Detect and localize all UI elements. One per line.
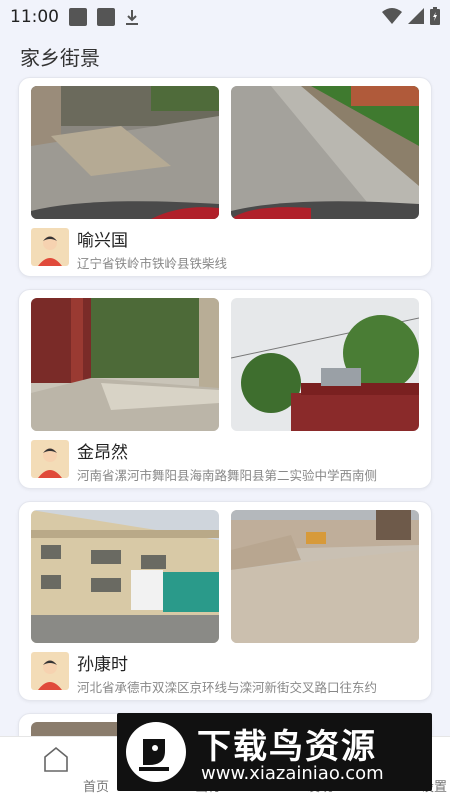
street-view-card[interactable]: 喻兴国 辽宁省铁岭市铁岭县铁柴线 [18, 77, 432, 277]
street-photo[interactable] [31, 510, 219, 643]
signal-icon [408, 8, 424, 28]
watermark-banner: 下载鸟资源 www.xiazainiao.com [117, 713, 432, 791]
street-photo[interactable] [31, 86, 219, 219]
street-photo[interactable] [231, 510, 419, 643]
page-title: 家乡街景 [20, 46, 100, 70]
notification-icon [69, 8, 87, 26]
person-name: 孙康时 [77, 655, 128, 675]
street-view-card[interactable]: 孙康时 河北省承德市双滦区京环线与滦河新街交叉路口往东约 [18, 501, 432, 701]
address: 河北省承德市双滦区京环线与滦河新街交叉路口往东约 [77, 680, 378, 695]
street-photo[interactable] [231, 298, 419, 431]
status-bar: 11:00 [0, 0, 450, 34]
person-name: 喻兴国 [77, 231, 128, 251]
person-name: 金昂然 [77, 443, 128, 463]
watermark-url: www.xiazainiao.com [201, 763, 384, 784]
street-photo[interactable] [31, 298, 219, 431]
address: 河南省漯河市舞阳县海南路舞阳县第二实验中学西南侧 [77, 468, 378, 483]
avatar [31, 440, 69, 478]
street-view-card[interactable]: 金昂然 河南省漯河市舞阳县海南路舞阳县第二实验中学西南侧 [18, 289, 432, 489]
wifi-icon [382, 8, 402, 28]
street-photo[interactable] [231, 86, 419, 219]
bird-logo-icon [125, 721, 187, 787]
battery-icon [430, 7, 440, 29]
notification-icon [97, 8, 115, 26]
avatar [31, 228, 69, 266]
status-time: 11:00 [10, 7, 59, 27]
address: 辽宁省铁岭市铁岭县铁柴线 [77, 256, 228, 271]
avatar [31, 652, 69, 690]
home-icon [42, 745, 70, 777]
watermark-title: 下载鸟资源 [197, 727, 377, 767]
nav-home[interactable]: 首页 [16, 737, 109, 800]
download-icon [125, 8, 139, 26]
